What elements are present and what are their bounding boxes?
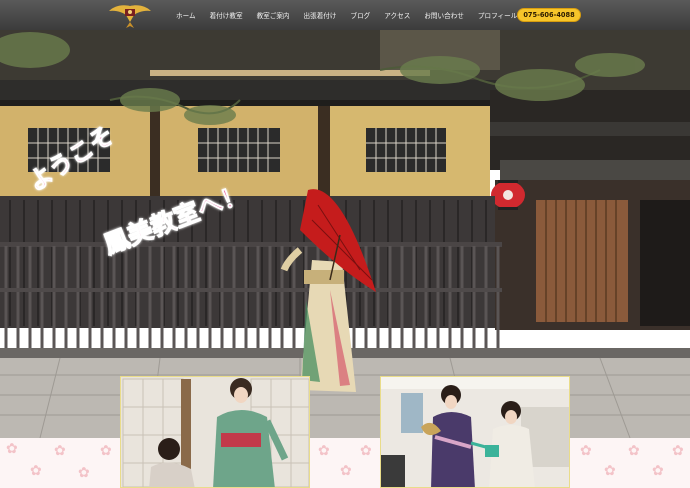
phone-button[interactable]: 075-606-4088 [517,8,581,22]
nav-home[interactable]: ホーム [176,10,196,20]
lesson-photo-dressing[interactable] [120,376,310,488]
hero-image: ようこそ 鳳美教室へ！ [0,30,690,438]
lesson-photo-hakama[interactable] [380,376,570,488]
nav-profile[interactable]: プロフィール [478,10,517,20]
sakura-pattern-strip: ✿ ✿ ✿ ✿ ✿ ✿ ✿ ✿ ✿ ✿ ✿ ✿ ✿ [0,438,690,488]
nav-access[interactable]: アクセス [384,10,410,20]
nav-blog[interactable]: ブログ [351,10,371,20]
phoenix-crest-icon[interactable] [108,2,152,29]
nav-visit-dressing[interactable]: 出張着付け [304,10,337,20]
nav-class-guide[interactable]: 教室ご案内 [257,10,290,20]
site-header: ホーム 着付け教室 教室ご案内 出張着付け ブログ アクセス お問い合わせ プロ… [0,0,690,30]
nav-kitsuke-class[interactable]: 着付け教室 [210,10,243,20]
main-nav: ホーム 着付け教室 教室ご案内 出張着付け ブログ アクセス お問い合わせ プロ… [176,0,531,30]
nav-contact[interactable]: お問い合わせ [424,10,464,20]
